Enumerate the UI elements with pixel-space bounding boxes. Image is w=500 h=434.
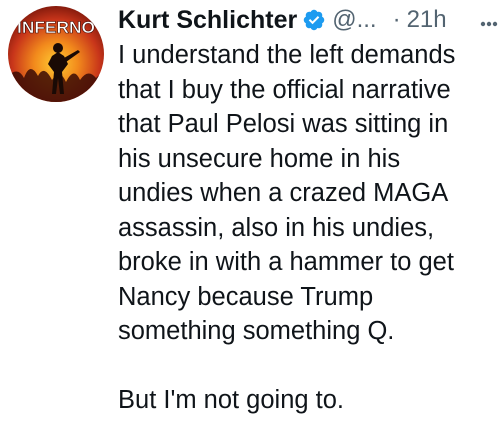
tweet-text-line: something something Q. <box>118 317 395 345</box>
avatar-image: INFERNO <box>8 6 104 102</box>
tweet-text-line: broke in with a hammer to get <box>118 248 454 276</box>
tweet-text-line: undies when a crazed MAGA <box>118 179 449 207</box>
tweet-text-line: that I buy the official narrative <box>118 75 451 104</box>
author-display-name[interactable]: Kurt Schlichter <box>118 6 297 35</box>
tweet-text-line: assassin, also in his undies, <box>118 213 435 242</box>
separator-dot: · <box>392 6 401 33</box>
tweet-text-line: his unsecure home in his <box>118 144 401 173</box>
more-options-icon[interactable] <box>480 14 498 27</box>
tweet-timestamp[interactable]: 21h <box>407 6 447 34</box>
avatar[interactable]: INFERNO <box>8 6 104 102</box>
tweet[interactable]: INFERNO Kurt Schlichter @... · 21h I und… <box>0 0 500 434</box>
tweet-text-line: that Paul Pelosi was sitting in <box>118 110 449 138</box>
tweet-header: Kurt Schlichter @... · 21h <box>118 2 490 38</box>
author-handle[interactable]: @... <box>332 6 376 34</box>
avatar-logo-text: INFERNO <box>17 18 95 37</box>
tweet-text: I understand the left demands that I buy… <box>118 38 490 418</box>
tweet-content: Kurt Schlichter @... · 21h I understand … <box>118 2 490 418</box>
verified-badge-icon <box>302 8 326 32</box>
tweet-text-line: Nancy because Trump <box>118 282 374 311</box>
tweet-text-final-line: But I'm not going to. <box>118 386 345 414</box>
tweet-text-line: I understand the left demands <box>118 41 456 69</box>
